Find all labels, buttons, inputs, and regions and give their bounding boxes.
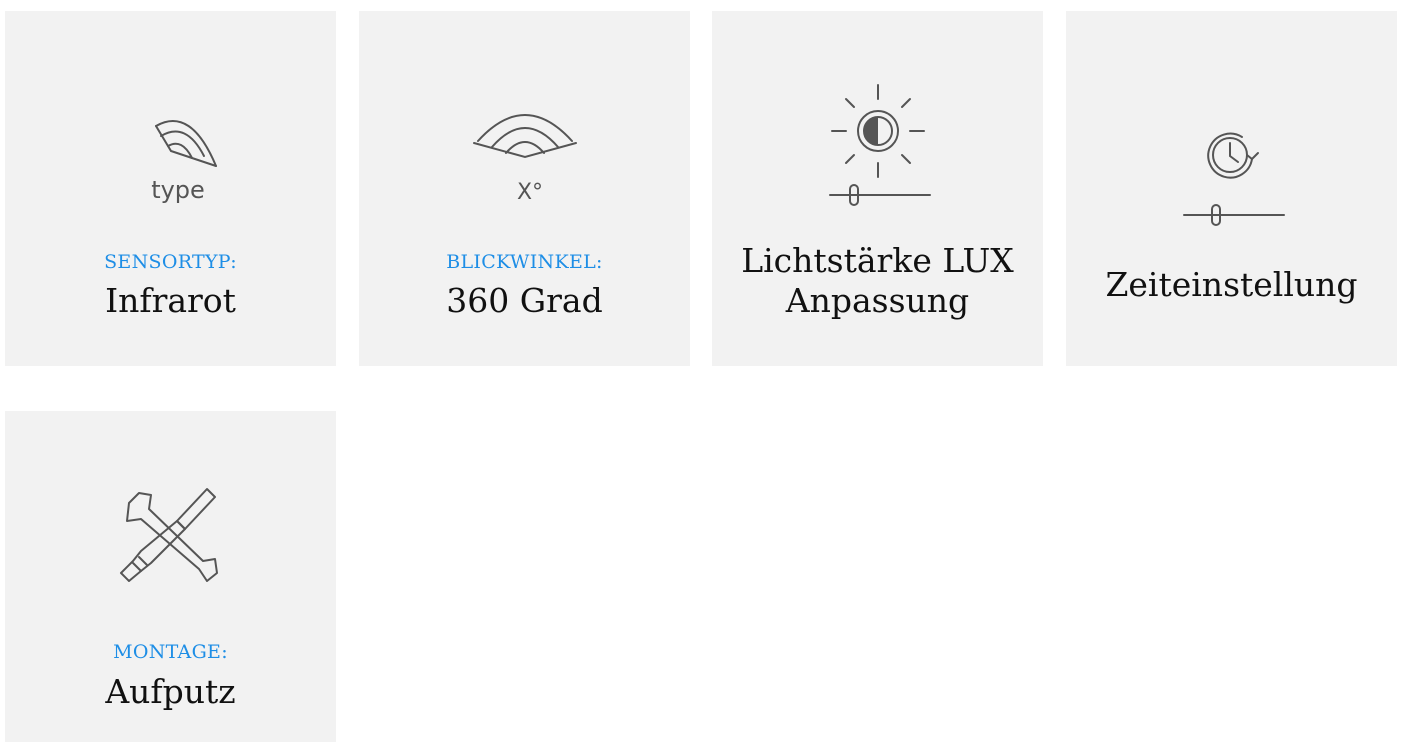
feature-tile-time-setting: Zeiteinstellung: [1066, 11, 1397, 366]
tools-icon: [119, 488, 218, 582]
mounting-value: Aufputz: [105, 672, 236, 711]
viewing-angle-icon: X°: [472, 114, 577, 205]
mounting-label: MONTAGE:: [113, 641, 228, 663]
svg-text:X°: X°: [516, 180, 542, 205]
time-setting-value: Zeiteinstellung: [1105, 265, 1358, 304]
light-intensity-line2: Anpassung: [785, 281, 970, 320]
timer-slider-icon: [1182, 132, 1285, 226]
viewing-angle-value: 360 Grad: [446, 281, 603, 320]
sensor-type-value: Infrarot: [105, 281, 236, 320]
light-intensity-line1: Lichtstärke LUX: [741, 241, 1014, 280]
sensor-type-label: SENSORTYP:: [104, 251, 237, 273]
feature-tile-mounting: MONTAGE: Aufputz: [5, 411, 336, 742]
svg-text:type: type: [151, 176, 205, 204]
feature-tile-light-intensity: Lichtstärke LUX Anpassung: [712, 11, 1043, 366]
light-intensity-value: Lichtstärke LUX Anpassung: [712, 241, 1043, 321]
feature-tile-sensor-type: type SENSORTYP: Infrarot: [5, 11, 336, 366]
viewing-angle-label: BLICKWINKEL:: [446, 251, 603, 273]
sensor-type-icon: type: [151, 120, 217, 204]
brightness-slider-icon: [828, 84, 931, 206]
feature-tile-viewing-angle: X° BLICKWINKEL: 360 Grad: [359, 11, 690, 366]
